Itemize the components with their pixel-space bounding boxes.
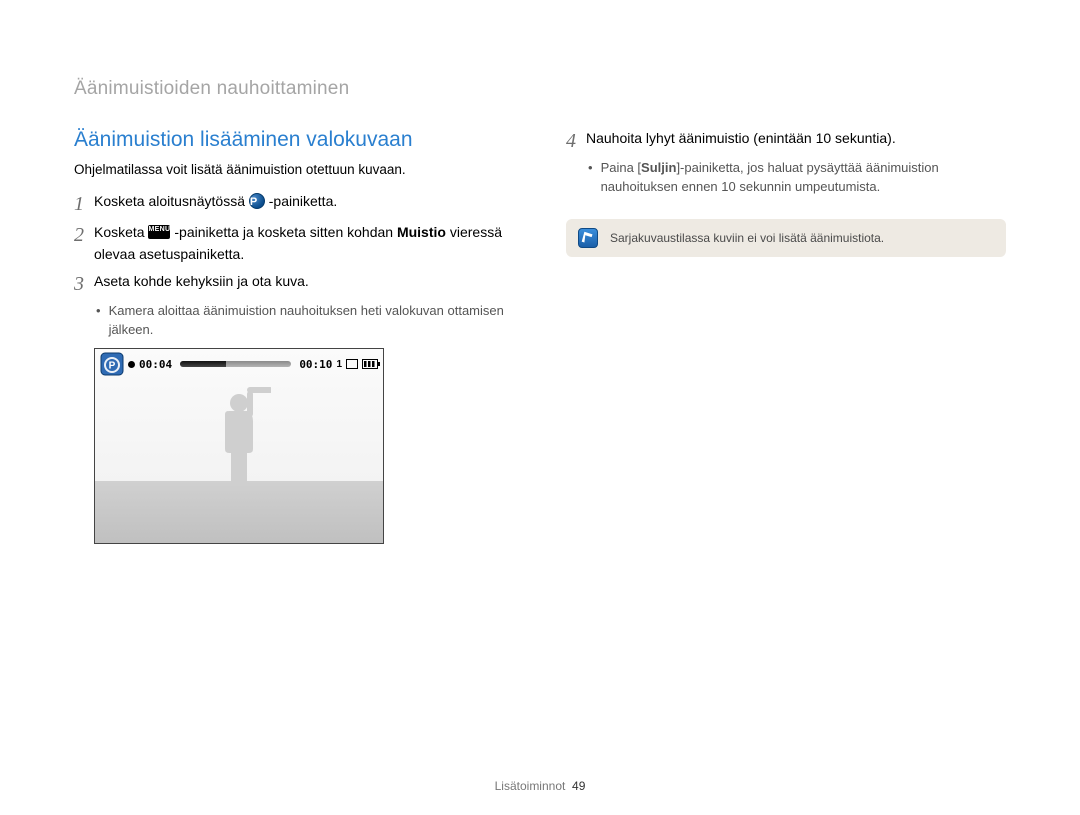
page-header: Äänimuistioiden nauhoittaminen xyxy=(74,78,1006,100)
camera-shot-count: 1 xyxy=(336,359,342,370)
step2-pre: Kosketa xyxy=(94,224,148,240)
menu-icon: MENU xyxy=(148,225,170,239)
storage-icon xyxy=(346,359,358,369)
camera-time-total: 00:10 xyxy=(299,358,332,371)
step-number: 4 xyxy=(566,129,586,153)
step4-text: Nauhoita lyhyt äänimuistio (enintään 10 … xyxy=(586,130,896,146)
intro-text: Ohjelmatilassa voit lisätä äänimuistion … xyxy=(74,162,528,177)
camera-time-elapsed: 00:04 xyxy=(139,358,172,371)
step3-bullet: Kamera aloittaa äänimuistion nauhoitukse… xyxy=(74,302,528,340)
record-dot-icon xyxy=(128,361,135,368)
note-text: Sarjakuvaustilassa kuviin ei voi lisätä … xyxy=(610,231,884,245)
step4-bullet: Paina [Suljin]-painiketta, jos haluat py… xyxy=(566,159,1006,197)
battery-icon xyxy=(362,359,378,369)
step-4: 4 Nauhoita lyhyt äänimuistio (enintään 1… xyxy=(566,128,1006,153)
step-3: 3 Aseta kohde kehyksiin ja ota kuva. xyxy=(74,271,528,296)
footer-section: Lisätoiminnot xyxy=(495,779,566,793)
step-2: 2 Kosketa MENU -painiketta ja kosketa si… xyxy=(74,222,528,265)
step3-bullet-text: Kamera aloittaa äänimuistion nauhoitukse… xyxy=(109,302,528,340)
step-1: 1 Kosketa aloitusnäytössä P -painiketta. xyxy=(74,191,528,216)
step4-bullet-pre: Paina [ xyxy=(601,160,641,175)
info-note: Sarjakuvaustilassa kuviin ei voi lisätä … xyxy=(566,219,1006,257)
step2-mid: -painiketta ja kosketa sitten kohdan xyxy=(174,224,397,240)
page-footer: Lisätoiminnot 49 xyxy=(0,779,1080,793)
step2-bold: Muistio xyxy=(397,224,446,240)
subject-silhouette xyxy=(207,387,271,487)
info-icon xyxy=(578,228,598,248)
step-number: 1 xyxy=(74,192,94,216)
step3-text: Aseta kohde kehyksiin ja ota kuva. xyxy=(94,273,309,289)
section-title: Äänimuistion lisääminen valokuvaan xyxy=(74,128,528,152)
camera-preview-figure: P 00:04 00:10 1 xyxy=(94,348,384,544)
svg-text:P: P xyxy=(109,361,116,372)
step4-bullet-bold: Suljin xyxy=(641,160,676,175)
step1-post: -painiketta. xyxy=(269,193,337,209)
camera-progress-bar xyxy=(180,361,291,367)
step1-pre: Kosketa aloitusnäytössä xyxy=(94,193,249,209)
p-mode-icon: P xyxy=(249,193,265,209)
footer-page-number: 49 xyxy=(572,779,585,793)
camera-mode-p-icon: P xyxy=(100,352,124,376)
step-number: 3 xyxy=(74,272,94,296)
step-number: 2 xyxy=(74,223,94,247)
